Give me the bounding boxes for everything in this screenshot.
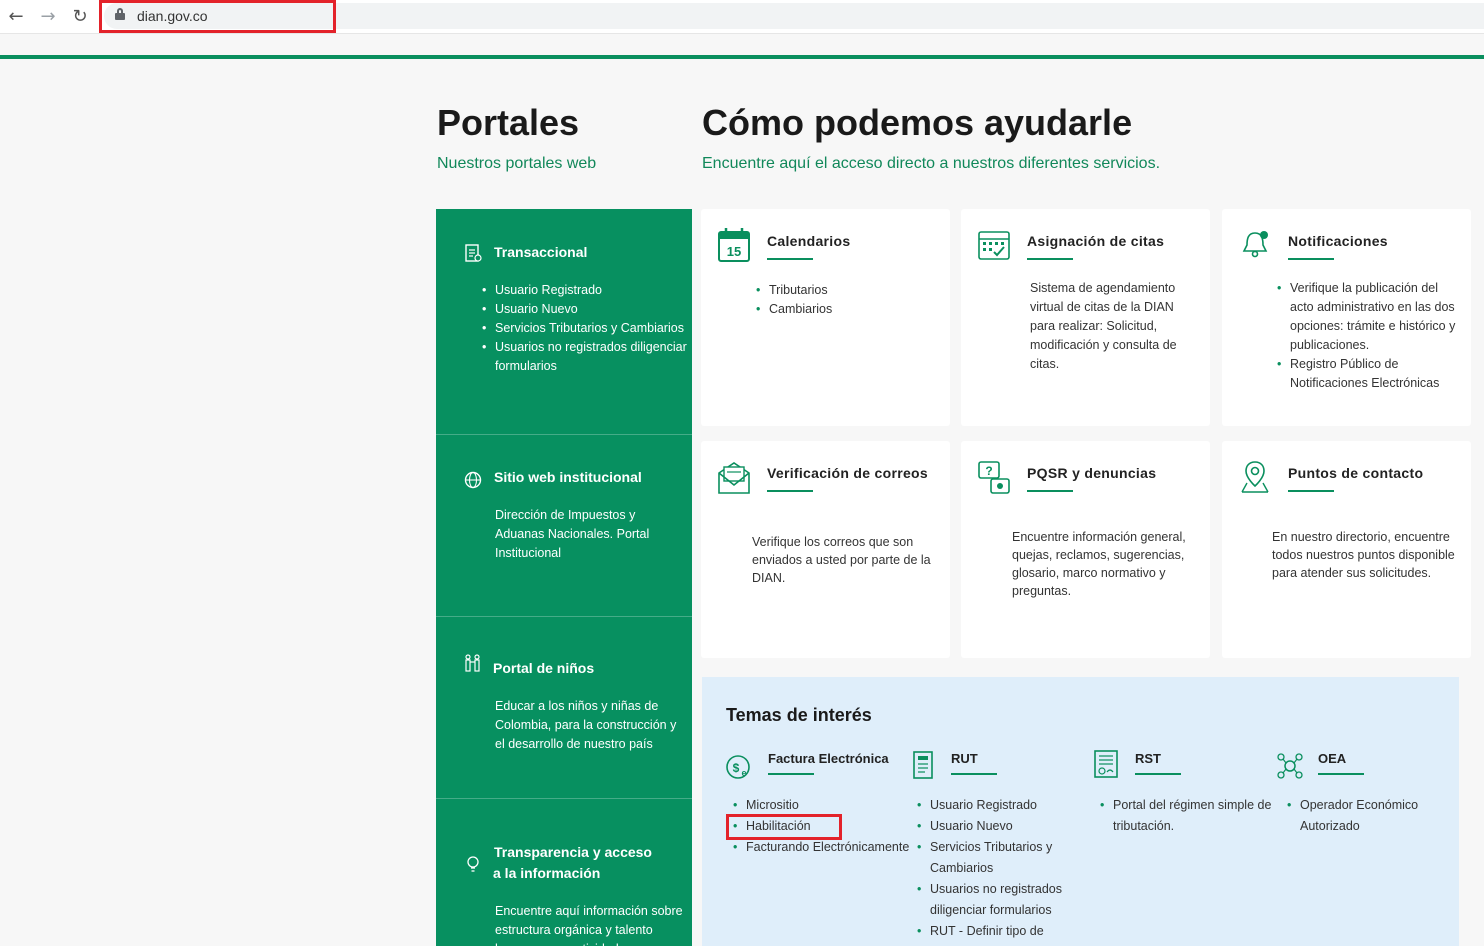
- tema-title-underline: [1318, 773, 1364, 775]
- portales-subtitle: Nuestros portales web: [437, 155, 597, 172]
- card-link[interactable]: Tributarios: [756, 281, 832, 300]
- url-highlight-box: [99, 0, 336, 33]
- tema-factura-title[interactable]: Factura Electrónica: [768, 751, 889, 766]
- tema-title-underline: [1135, 773, 1181, 775]
- svg-text:$: $: [733, 761, 740, 775]
- location-pin-icon: [1241, 461, 1269, 493]
- card-puntos-contacto[interactable]: Puntos de contacto En nuestro directorio…: [1222, 441, 1471, 658]
- lightbulb-icon: [467, 856, 479, 872]
- habilitacion-highlight-box: [726, 814, 842, 840]
- tema-link[interactable]: RUT - Definir tipo de: [917, 921, 1080, 942]
- card-description: Verifique los correos que son enviados a…: [752, 535, 931, 585]
- tema-rst-links: Portal del régimen simple de tributación…: [1100, 795, 1283, 837]
- portal-links: Usuario Registrado Usuario Nuevo Servici…: [482, 281, 687, 376]
- card-title-underline: [767, 490, 813, 492]
- back-arrow-icon[interactable]: ←: [5, 6, 27, 28]
- tema-link[interactable]: Usuarios no registrados diligenciar form…: [917, 879, 1080, 921]
- card-links: Tributarios Cambiarios: [756, 281, 832, 319]
- forward-arrow-icon[interactable]: →: [37, 6, 59, 28]
- portal-link[interactable]: Usuario Registrado: [482, 281, 687, 300]
- card-description: Encuentre información general, quejas, r…: [1012, 530, 1186, 598]
- card-verificacion-correos[interactable]: Verificación de correos Verifique los co…: [701, 441, 950, 658]
- portal-description: Encuentre aquí información sobre estruct…: [495, 904, 683, 946]
- tema-oea-title[interactable]: OEA: [1318, 751, 1346, 766]
- tema-rut-links: Usuario Registrado Usuario Nuevo Servici…: [917, 795, 1080, 942]
- card-link[interactable]: Cambiarios: [756, 300, 832, 319]
- ayuda-heading: Cómo podemos ayudarle: [702, 102, 1133, 143]
- portales-heading: Portales: [437, 102, 580, 143]
- card-title[interactable]: Calendarios: [767, 233, 850, 249]
- card-title[interactable]: Asignación de citas: [1027, 233, 1164, 249]
- tema-title-underline: [951, 773, 997, 775]
- card-description: Sistema de agendamiento virtual de citas…: [1030, 281, 1177, 371]
- calendar-icon: 15: [718, 228, 750, 262]
- card-links: Verifique la publicación del acto admini…: [1277, 279, 1458, 393]
- portal-description: Educar a los niños y niñas de Colombia, …: [495, 699, 677, 751]
- card-title-underline: [1288, 258, 1334, 260]
- tema-rut-title[interactable]: RUT: [951, 751, 978, 766]
- globe-icon: [464, 471, 482, 489]
- card-title-underline: [1288, 490, 1334, 492]
- tema-title-underline: [768, 773, 814, 775]
- portals-panel: Transaccional Usuario Registrado Usuario…: [436, 209, 692, 946]
- card-link[interactable]: Registro Público de Notificaciones Elect…: [1277, 355, 1458, 393]
- card-title-underline: [1027, 490, 1073, 492]
- portal-title[interactable]: Transaccional: [494, 242, 684, 263]
- card-pqsr[interactable]: ? PQSR y denuncias Encuentre información…: [961, 441, 1210, 658]
- portal-description: Dirección de Impuestos y Aduanas Naciona…: [495, 508, 650, 560]
- portal-title-line2[interactable]: a la información: [493, 863, 683, 884]
- portal-link[interactable]: Servicios Tributarios y Cambiarios: [482, 319, 687, 338]
- ayuda-subtitle: Encuentre aquí el acceso directo a nuest…: [702, 155, 1161, 172]
- tema-oea-links: Operador Económico Autorizado: [1287, 795, 1440, 837]
- tema-link[interactable]: Facturando Electrónicamente: [733, 837, 916, 858]
- portal-ninos[interactable]: Portal de niños Educar a los niños y niñ…: [436, 617, 692, 799]
- card-title[interactable]: Verificación de correos: [767, 465, 928, 481]
- card-description: En nuestro directorio, encuentre todos n…: [1272, 530, 1455, 580]
- portal-transaccional[interactable]: Transaccional Usuario Registrado Usuario…: [436, 209, 692, 435]
- card-title[interactable]: Puntos de contacto: [1288, 465, 1423, 481]
- rst-form-icon: [1094, 750, 1118, 778]
- portal-transparencia[interactable]: Transparencia y acceso a la información …: [436, 799, 692, 946]
- card-title[interactable]: Notificaciones: [1288, 233, 1388, 249]
- header-accent-line: [0, 55, 1484, 59]
- portal-title[interactable]: Sitio web institucional: [494, 467, 684, 488]
- portal-title[interactable]: Portal de niños: [493, 658, 683, 679]
- svg-text:e: e: [741, 768, 746, 778]
- rut-document-icon: [913, 751, 933, 779]
- reload-icon[interactable]: ↻: [69, 6, 91, 28]
- portal-link[interactable]: Usuarios no registrados diligenciar form…: [482, 338, 687, 376]
- tema-link[interactable]: Usuario Registrado: [917, 795, 1080, 816]
- portal-link[interactable]: Usuario Nuevo: [482, 300, 687, 319]
- card-asignacion-citas[interactable]: Asignación de citas Sistema de agendamie…: [961, 209, 1210, 426]
- oea-network-icon: [1277, 753, 1303, 779]
- card-title-underline: [1027, 258, 1073, 260]
- portal-title-line1[interactable]: Transparencia y acceso: [494, 842, 684, 863]
- tema-link[interactable]: Servicios Tributarios y Cambiarios: [917, 837, 1080, 879]
- card-link[interactable]: Verifique la publicación del acto admini…: [1277, 279, 1458, 355]
- temas-de-interes-panel: Temas de interés $ e Factura Electrónica…: [702, 677, 1459, 946]
- portal-sitio-web[interactable]: Sitio web institucional Dirección de Imp…: [436, 435, 692, 617]
- calendar-check-icon: [978, 231, 1010, 260]
- temas-title: Temas de interés: [726, 705, 872, 725]
- tema-link[interactable]: Usuario Nuevo: [917, 816, 1080, 837]
- envelope-icon: [718, 462, 750, 494]
- card-title-underline: [767, 258, 813, 260]
- calendar-icon-date: 15: [727, 244, 741, 259]
- tema-link[interactable]: Operador Económico Autorizado: [1287, 795, 1440, 837]
- card-notificaciones[interactable]: Notificaciones Verifique la publicación …: [1222, 209, 1471, 426]
- tema-link[interactable]: Micrositio: [733, 795, 916, 816]
- card-calendarios[interactable]: 15 Calendarios Tributarios Cambiarios: [701, 209, 950, 426]
- tema-link[interactable]: Portal del régimen simple de tributación…: [1100, 795, 1283, 837]
- svg-text:?: ?: [985, 464, 992, 478]
- card-title[interactable]: PQSR y denuncias: [1027, 465, 1156, 481]
- bell-notification-icon: [1242, 231, 1268, 258]
- question-chat-icon: ?: [978, 461, 1010, 494]
- tema-rst-title[interactable]: RST: [1135, 751, 1161, 766]
- document-icon: [465, 244, 482, 262]
- children-icon: [465, 654, 480, 672]
- invoice-dollar-icon: $ e: [726, 755, 750, 779]
